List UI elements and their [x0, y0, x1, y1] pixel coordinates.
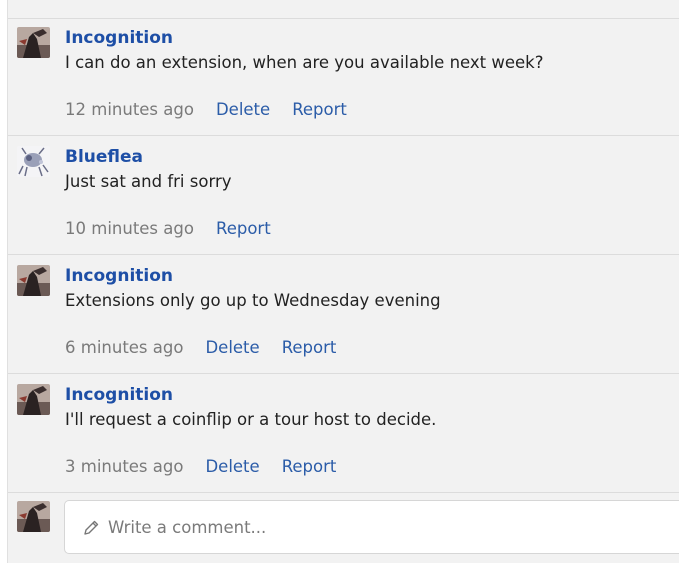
delete-link[interactable]: Delete — [205, 457, 259, 476]
comment-text: Just sat and fri sorry — [65, 172, 232, 191]
current-user-avatar — [17, 501, 50, 532]
comment-meta: 3 minutes ago Delete Report — [65, 457, 358, 476]
report-link[interactable]: Report — [216, 219, 271, 238]
comment-timestamp: 3 minutes ago — [65, 457, 184, 476]
report-link[interactable]: Report — [292, 100, 347, 119]
comment-author[interactable]: Blueflea — [65, 147, 143, 167]
delete-link[interactable]: Delete — [205, 338, 259, 357]
comments-panel: Incognition I can do an extension, when … — [7, 0, 679, 563]
comment-text: Extensions only go up to Wednesday eveni… — [65, 291, 441, 310]
report-link[interactable]: Report — [282, 457, 337, 476]
report-link[interactable]: Report — [282, 338, 337, 357]
comment-input-placeholder: Write a comment... — [108, 518, 267, 537]
comment-item: Blueflea Just sat and fri sorry 10 minut… — [8, 136, 679, 255]
comment-item: Incognition Extensions only go up to Wed… — [8, 255, 679, 374]
comment-timestamp: 12 minutes ago — [65, 100, 194, 119]
comment-text: I'll request a coinflip or a tour host t… — [65, 410, 437, 429]
comment-author[interactable]: Incognition — [65, 28, 173, 48]
comment-meta: 10 minutes ago Report — [65, 219, 293, 238]
delete-link[interactable]: Delete — [216, 100, 270, 119]
comment-item: Incognition I can do an extension, when … — [8, 17, 679, 136]
avatar[interactable] — [17, 384, 50, 415]
avatar[interactable] — [17, 146, 50, 177]
comment-author[interactable]: Incognition — [65, 385, 173, 405]
comment-input[interactable]: Write a comment... — [64, 500, 679, 554]
avatar[interactable] — [17, 27, 50, 58]
comment-timestamp: 10 minutes ago — [65, 219, 194, 238]
comment-meta: 12 minutes ago Delete Report — [65, 100, 369, 119]
comment-timestamp: 6 minutes ago — [65, 338, 184, 357]
comment-author[interactable]: Incognition — [65, 266, 173, 286]
comment-item: Incognition I'll request a coinflip or a… — [8, 374, 679, 493]
comment-text: I can do an extension, when are you avai… — [65, 53, 544, 72]
avatar[interactable] — [17, 265, 50, 296]
pencil-icon — [82, 519, 100, 537]
comment-meta: 6 minutes ago Delete Report — [65, 338, 358, 357]
